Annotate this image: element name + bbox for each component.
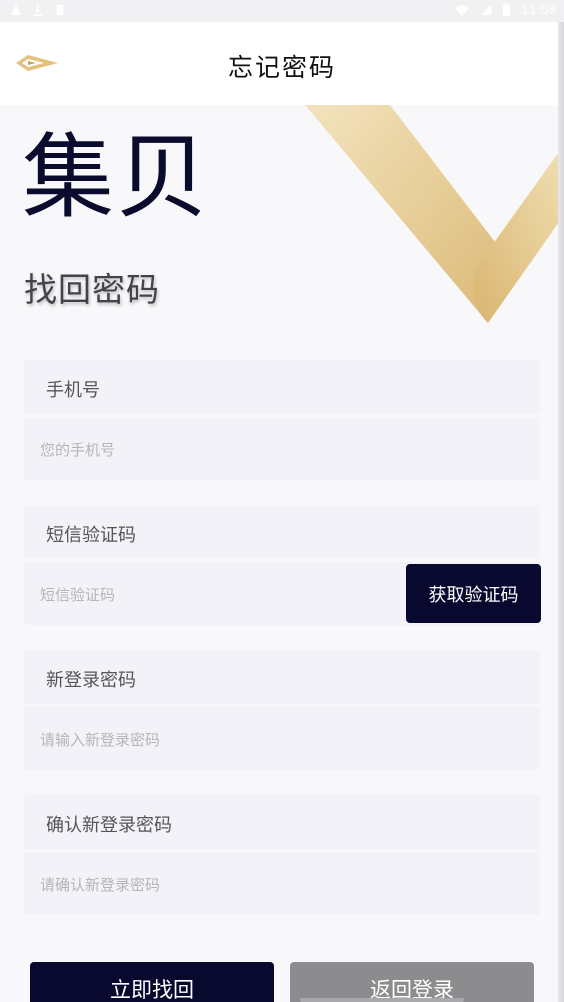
- status-bar: 11:08: [0, 0, 564, 22]
- new-password-field-group: 新登录密码: [24, 650, 540, 770]
- warning-icon: [10, 4, 22, 16]
- signal-icon: [481, 4, 492, 16]
- scrollbar[interactable]: [558, 22, 564, 1002]
- page-subtitle: 找回密码: [24, 270, 160, 309]
- new-password-input[interactable]: [38, 722, 398, 758]
- divider: [24, 849, 540, 852]
- sms-code-label: 短信验证码: [46, 525, 136, 546]
- confirm-password-input[interactable]: [38, 867, 398, 903]
- battery-icon: [503, 3, 511, 17]
- status-left: [10, 3, 66, 17]
- get-code-button[interactable]: 获取验证码: [406, 564, 541, 623]
- phone-field-group: 手机号: [24, 360, 540, 480]
- phone-input[interactable]: [38, 432, 398, 468]
- page-title: 忘记密码: [227, 53, 336, 82]
- divider: [24, 559, 540, 562]
- new-password-label: 新登录密码: [46, 670, 136, 691]
- brand-name: 集贝: [22, 124, 211, 231]
- divider: [24, 414, 540, 417]
- confirm-password-label: 确认新登录密码: [46, 815, 172, 836]
- gold-decoration: [305, 105, 564, 323]
- phone-label: 手机号: [46, 380, 100, 401]
- app-header: 忘记密码: [0, 22, 564, 105]
- sd-card-icon: [56, 4, 64, 16]
- forgot-password-screen: 11:08 忘记密码 集贝 找回密码 手机号 您的手机号 短信验证码 短信验证码…: [0, 0, 564, 1002]
- home-indicator: [300, 998, 464, 1002]
- download-icon: [33, 4, 43, 16]
- sms-code-input[interactable]: [38, 577, 398, 613]
- back-to-login-button[interactable]: 返回登录: [290, 962, 534, 1002]
- wifi-icon: [455, 5, 470, 16]
- confirm-password-field-group: 确认新登录密码: [24, 795, 540, 915]
- divider: [24, 704, 540, 707]
- submit-button[interactable]: 立即找回: [30, 962, 274, 1002]
- status-right: 11:08: [454, 3, 556, 17]
- status-time: 11:08: [521, 3, 556, 17]
